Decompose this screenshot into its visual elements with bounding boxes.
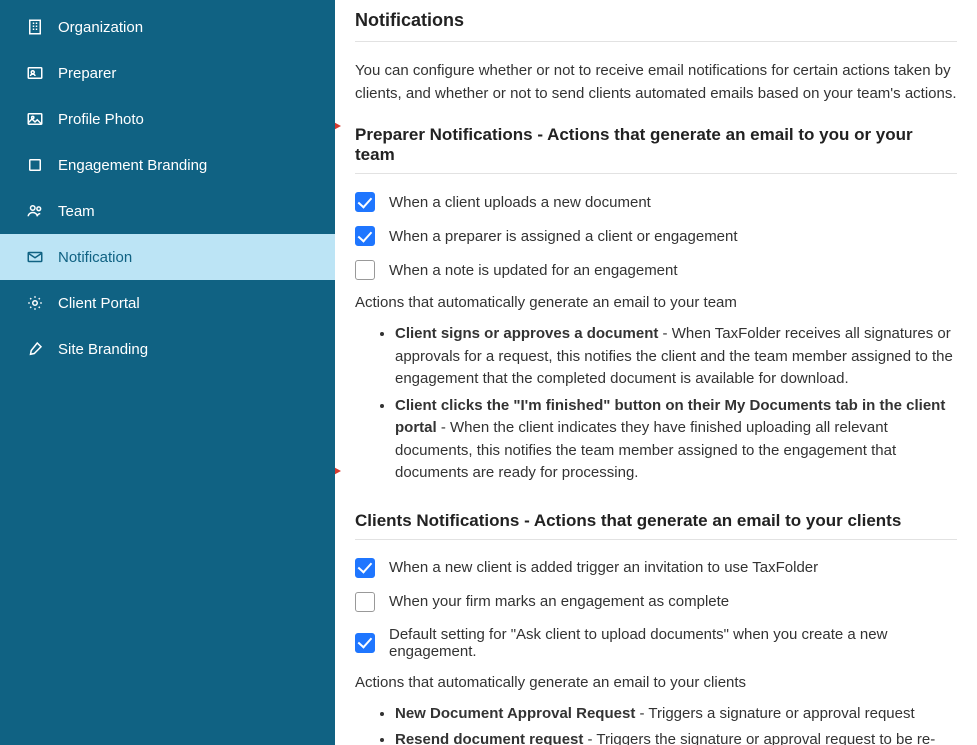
checkbox-row: When a note is updated for an engagement [355,260,957,280]
sidebar-item-label: Profile Photo [58,111,144,128]
checkbox-ask-upload-default[interactable] [355,633,375,653]
checkbox-note-updated[interactable] [355,260,375,280]
sidebar-item-team[interactable]: Team [0,188,335,234]
checkbox-row: When your firm marks an engagement as co… [355,592,957,612]
auto-clients-intro: Actions that automatically generate an e… [355,674,957,691]
sidebar-item-label: Preparer [58,65,116,82]
bullet-bold: New Document Approval Request [395,705,635,722]
list-item: Resend document request - Triggers the s… [395,729,957,745]
sidebar-item-label: Notification [58,249,132,266]
sidebar-item-profile-photo[interactable]: Profile Photo [0,96,335,142]
id-card-icon [22,64,48,82]
sidebar-item-notification[interactable]: Notification [0,234,335,280]
clients-notifications-title: Clients Notifications - Actions that gen… [355,511,957,540]
bullet-bold: Client signs or approves a document [395,325,658,342]
checkbox-label: When your firm marks an engagement as co… [389,593,729,610]
checkbox-label: When a client uploads a new document [389,194,651,211]
page-title: Notifications [355,10,957,42]
intro-text: You can configure whether or not to rece… [355,60,957,105]
sidebar-item-site-branding[interactable]: Site Branding [0,326,335,372]
list-item: Client clicks the "I'm finished" button … [395,395,957,485]
auto-team-intro: Actions that automatically generate an e… [355,294,957,311]
sidebar: Organization Preparer Profile Photo Enga… [0,0,335,745]
checkbox-new-client-invite[interactable] [355,558,375,578]
auto-clients-list: New Document Approval Request - Triggers… [355,703,957,745]
checkbox-engagement-complete[interactable] [355,592,375,612]
checkbox-row: When a client uploads a new document [355,192,957,212]
sidebar-item-engagement-branding[interactable]: Engagement Branding [0,142,335,188]
preparer-notifications-title: Preparer Notifications - Actions that ge… [355,125,957,174]
sidebar-item-label: Team [58,203,95,220]
sidebar-item-client-portal[interactable]: Client Portal [0,280,335,326]
sidebar-item-preparer[interactable]: Preparer [0,50,335,96]
image-icon [22,110,48,128]
checkbox-preparer-assigned[interactable] [355,226,375,246]
callout-2-badge: 2 [335,453,343,489]
users-icon [22,202,48,220]
callout-1-badge: 1 [335,108,343,144]
bullet-bold: Resend document request [395,731,583,745]
square-icon [22,156,48,174]
brush-icon [22,340,48,358]
checkbox-label: When a preparer is assigned a client or … [389,228,738,245]
list-item: New Document Approval Request - Triggers… [395,703,957,726]
bullet-rest: - Triggers a signature or approval reque… [635,705,914,722]
gear-icon [22,294,48,312]
auto-team-list: Client signs or approves a document - Wh… [355,323,957,485]
sidebar-item-label: Engagement Branding [58,157,207,174]
checkbox-label: Default setting for "Ask client to uploa… [389,626,957,660]
checkbox-row: Default setting for "Ask client to uploa… [355,626,957,660]
checkbox-label: When a new client is added trigger an in… [389,559,818,576]
checkbox-row: When a new client is added trigger an in… [355,558,957,578]
checkbox-row: When a preparer is assigned a client or … [355,226,957,246]
sidebar-item-label: Organization [58,19,143,36]
envelope-icon [22,248,48,266]
sidebar-item-label: Client Portal [58,295,140,312]
list-item: Client signs or approves a document - Wh… [395,323,957,391]
bullet-rest: - When the client indicates they have fi… [395,419,896,481]
main-content: Notifications You can configure whether … [335,0,977,745]
sidebar-item-label: Site Branding [58,341,148,358]
checkbox-client-upload[interactable] [355,192,375,212]
checkbox-label: When a note is updated for an engagement [389,262,678,279]
building-icon [22,18,48,36]
sidebar-item-organization[interactable]: Organization [0,4,335,50]
